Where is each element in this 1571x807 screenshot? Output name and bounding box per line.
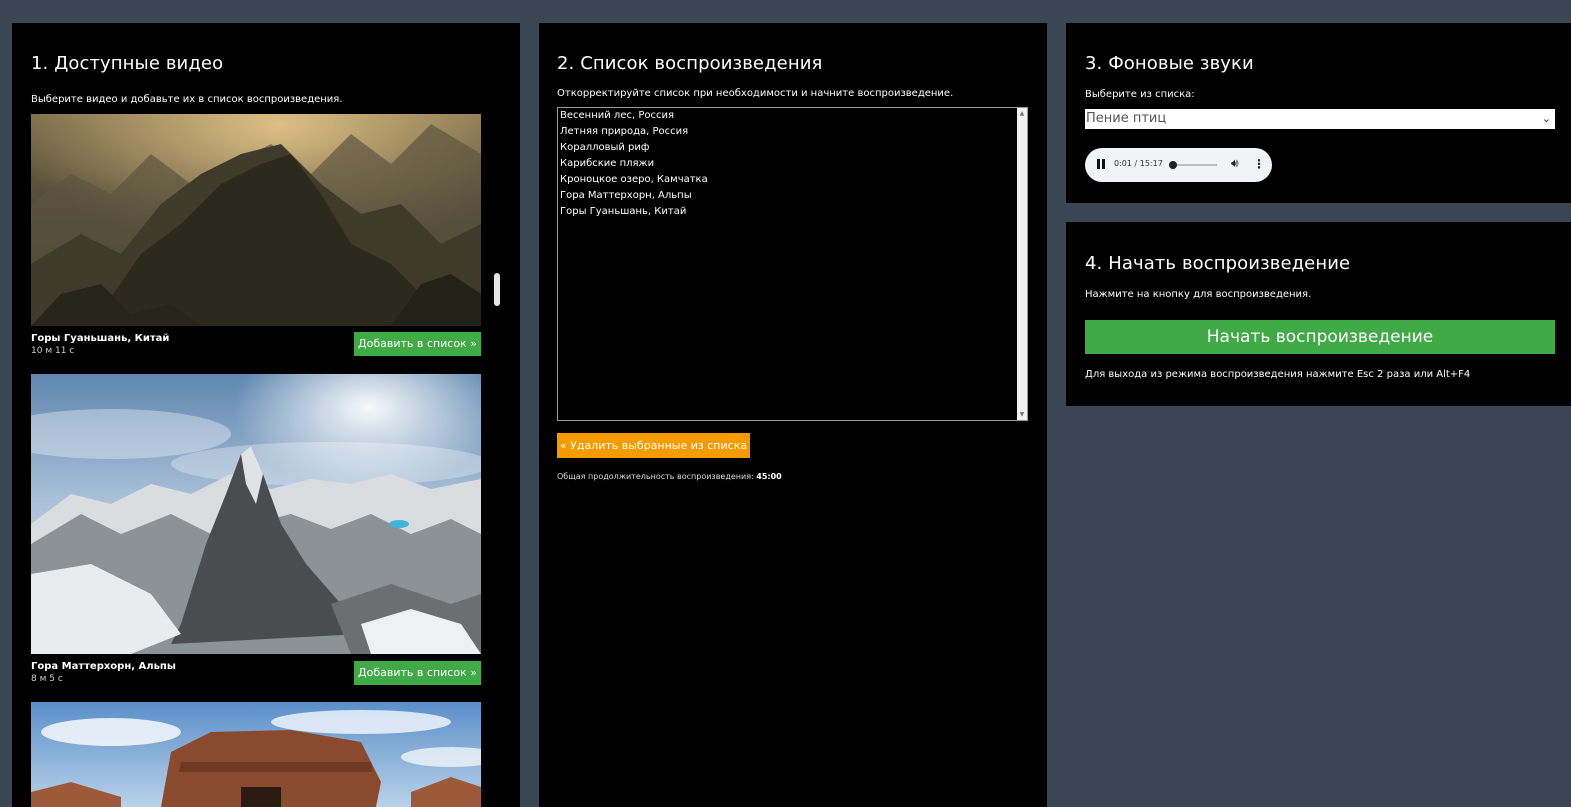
video-thumbnail-third[interactable] — [31, 702, 481, 807]
add-to-playlist-button[interactable]: Добавить в список » — [354, 661, 481, 685]
scroll-up-arrow-icon[interactable]: ▲ — [1017, 110, 1027, 117]
start-playback-heading: 4. Начать воспроизведение — [1085, 253, 1351, 274]
selected-sound: Пение птиц — [1086, 111, 1167, 126]
background-sounds-panel: 3. Фоновые звуки Выберите из списка: Пен… — [1066, 23, 1571, 203]
available-videos-subtitle: Выберите видео и добавьте их в список во… — [31, 94, 343, 105]
total-duration-label: Общая продолжительность воспроизведения: — [557, 472, 754, 481]
available-videos-panel: 1. Доступные видео Выберите видео и доба… — [12, 23, 520, 807]
audio-time: 0:01 / 15:17 — [1114, 159, 1163, 168]
playlist-heading: 2. Список воспроизведения — [557, 53, 823, 74]
remove-selected-button[interactable]: « Удалить выбранные из списка — [557, 433, 750, 458]
video-duration: 10 м 11 с — [31, 346, 75, 356]
playlist-item[interactable]: Коралловый риф — [558, 140, 1027, 156]
pause-icon[interactable] — [1097, 159, 1105, 169]
total-duration: Общая продолжительность воспроизведения:… — [557, 472, 782, 481]
total-duration-value: 45:00 — [756, 472, 782, 481]
video-title: Горы Гуаньшань, Китай — [31, 333, 170, 344]
audio-seek-knob[interactable] — [1169, 161, 1178, 169]
playlist-item[interactable]: Гора Маттерхорн, Альпы — [558, 188, 1027, 204]
more-options-icon[interactable]: ⋮ — [1253, 157, 1265, 171]
scroll-down-arrow-icon[interactable]: ▼ — [1017, 411, 1027, 418]
volume-icon[interactable]: 🔊︎ — [1231, 156, 1239, 171]
playlist-subtitle: Откорректируйте список при необходимости… — [557, 88, 954, 99]
playlist-scrollbar[interactable]: ▲ ▼ — [1017, 108, 1027, 420]
playlist-item[interactable]: Летняя природа, Россия — [558, 124, 1027, 140]
background-sounds-subtitle: Выберите из списка: — [1085, 89, 1195, 100]
available-videos-heading: 1. Доступные видео — [31, 53, 224, 74]
audio-player: 0:01 / 15:17 🔊︎ ⋮ — [1085, 148, 1272, 182]
playlist-item[interactable]: Горы Гуаньшань, Китай — [558, 204, 1027, 220]
playlist-item[interactable]: Кроноцкое озеро, Камчатка — [558, 172, 1027, 188]
exit-hint: Для выхода из режима воспроизведения наж… — [1085, 369, 1471, 380]
playlist-panel: 2. Список воспроизведения Откорректируйт… — [539, 23, 1047, 807]
add-to-playlist-button[interactable]: Добавить в список » — [354, 332, 481, 356]
chevron-down-icon: ⌄ — [1541, 112, 1551, 125]
video-thumbnail-matterhorn[interactable] — [31, 374, 481, 654]
scrollbar-thumb[interactable] — [494, 273, 500, 306]
video-title: Гора Маттерхорн, Альпы — [31, 661, 176, 672]
background-sound-select[interactable]: Пение птиц ⌄ — [1085, 109, 1555, 129]
video-thumbnail-guangshan[interactable] — [31, 114, 481, 326]
audio-seek-slider[interactable] — [1169, 161, 1217, 169]
video-duration: 8 м 5 с — [31, 674, 63, 684]
playlist-item[interactable]: Весенний лес, Россия — [558, 108, 1027, 124]
background-sounds-heading: 3. Фоновые звуки — [1085, 53, 1254, 74]
start-playback-panel: 4. Начать воспроизведение Нажмите на кно… — [1066, 222, 1571, 406]
playlist-item[interactable]: Карибские пляжи — [558, 156, 1027, 172]
playlist-listbox[interactable]: Весенний лес, Россия Летняя природа, Рос… — [557, 107, 1028, 421]
start-playback-button[interactable]: Начать воспроизведение — [1085, 320, 1555, 354]
start-playback-subtitle: Нажмите на кнопку для воспроизведения. — [1085, 289, 1312, 300]
